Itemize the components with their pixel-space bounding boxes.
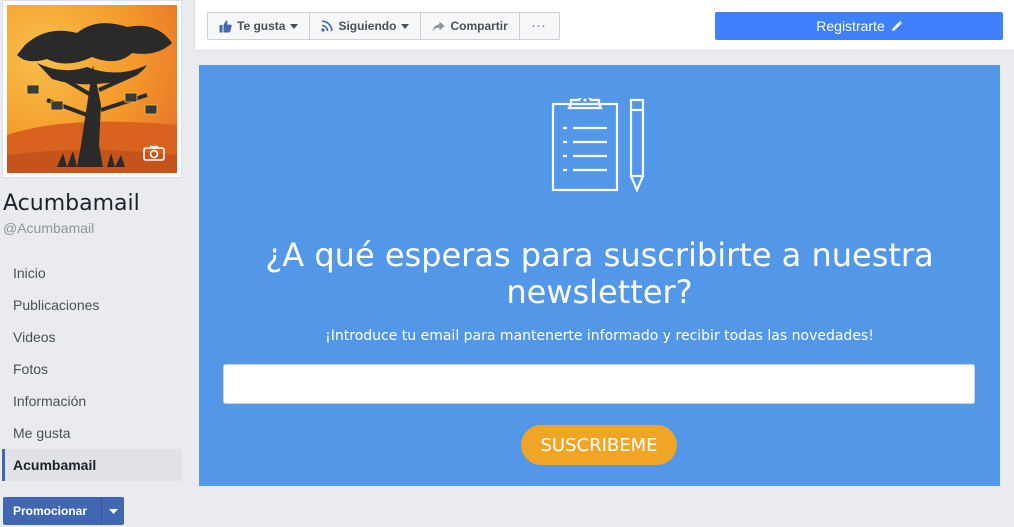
subscribe-button[interactable]: SUSCRIBEME — [521, 425, 677, 465]
chevron-down-icon — [290, 23, 299, 29]
promote-dropdown[interactable] — [101, 497, 124, 525]
profile-picture[interactable] — [2, 0, 182, 178]
promote-label: Promocionar — [13, 504, 88, 518]
pencil-illustration — [629, 98, 645, 193]
sidebar-nav: Inicio Publicaciones Videos Fotos Inform… — [2, 257, 182, 481]
profile-artwork — [7, 5, 177, 173]
sidebar-item-fotos[interactable]: Fotos — [2, 353, 182, 385]
facebook-page: Acumbamail @Acumbamail Inicio Publicacio… — [0, 0, 1014, 527]
promote-button[interactable]: Promocionar — [3, 497, 124, 525]
share-label: Compartir — [450, 19, 508, 33]
sidebar-item-acumbamail[interactable]: Acumbamail — [2, 449, 182, 481]
like-button[interactable]: Te gusta — [208, 13, 311, 39]
like-label: Te gusta — [237, 19, 286, 33]
page-handle[interactable]: @Acumbamail — [3, 220, 94, 236]
follow-button[interactable]: Siguiendo — [310, 13, 422, 39]
rss-icon — [321, 20, 334, 32]
newsletter-signup-panel: ¿A qué esperas para suscribirte a nuestr… — [199, 65, 1000, 486]
email-input[interactable] — [223, 364, 975, 404]
register-button[interactable]: Registrarte — [715, 12, 1003, 40]
share-button[interactable]: Compartir — [421, 13, 520, 39]
sidebar-item-videos[interactable]: Videos — [2, 321, 182, 353]
chevron-down-icon — [108, 508, 118, 514]
page-name[interactable]: Acumbamail — [3, 190, 140, 218]
newsletter-subline: ¡Introduce tu email para mantenerte info… — [325, 328, 874, 344]
page-actions-bar: Te gusta Siguiendo Compartir ··· Registr… — [194, 0, 1014, 51]
clipboard-icon — [551, 98, 645, 193]
sidebar-item-publicaciones[interactable]: Publicaciones — [2, 289, 182, 321]
register-label: Registrarte — [816, 18, 885, 34]
sidebar-item-me-gusta[interactable]: Me gusta — [2, 417, 182, 449]
more-options-button[interactable]: ··· — [520, 13, 559, 39]
more-options-icon: ··· — [531, 19, 547, 33]
chevron-down-icon — [401, 23, 410, 29]
sidebar-item-informacion[interactable]: Información — [2, 385, 182, 417]
camera-icon[interactable] — [143, 145, 165, 161]
thumbs-up-icon — [219, 20, 232, 32]
newsletter-headline: ¿A qué esperas para suscribirte a nuestr… — [265, 236, 934, 311]
action-button-group: Te gusta Siguiendo Compartir ··· — [207, 12, 560, 40]
pencil-icon — [891, 20, 902, 31]
sidebar-item-inicio[interactable]: Inicio — [2, 257, 182, 289]
follow-label: Siguiendo — [338, 19, 397, 33]
share-arrow-icon — [432, 21, 445, 31]
